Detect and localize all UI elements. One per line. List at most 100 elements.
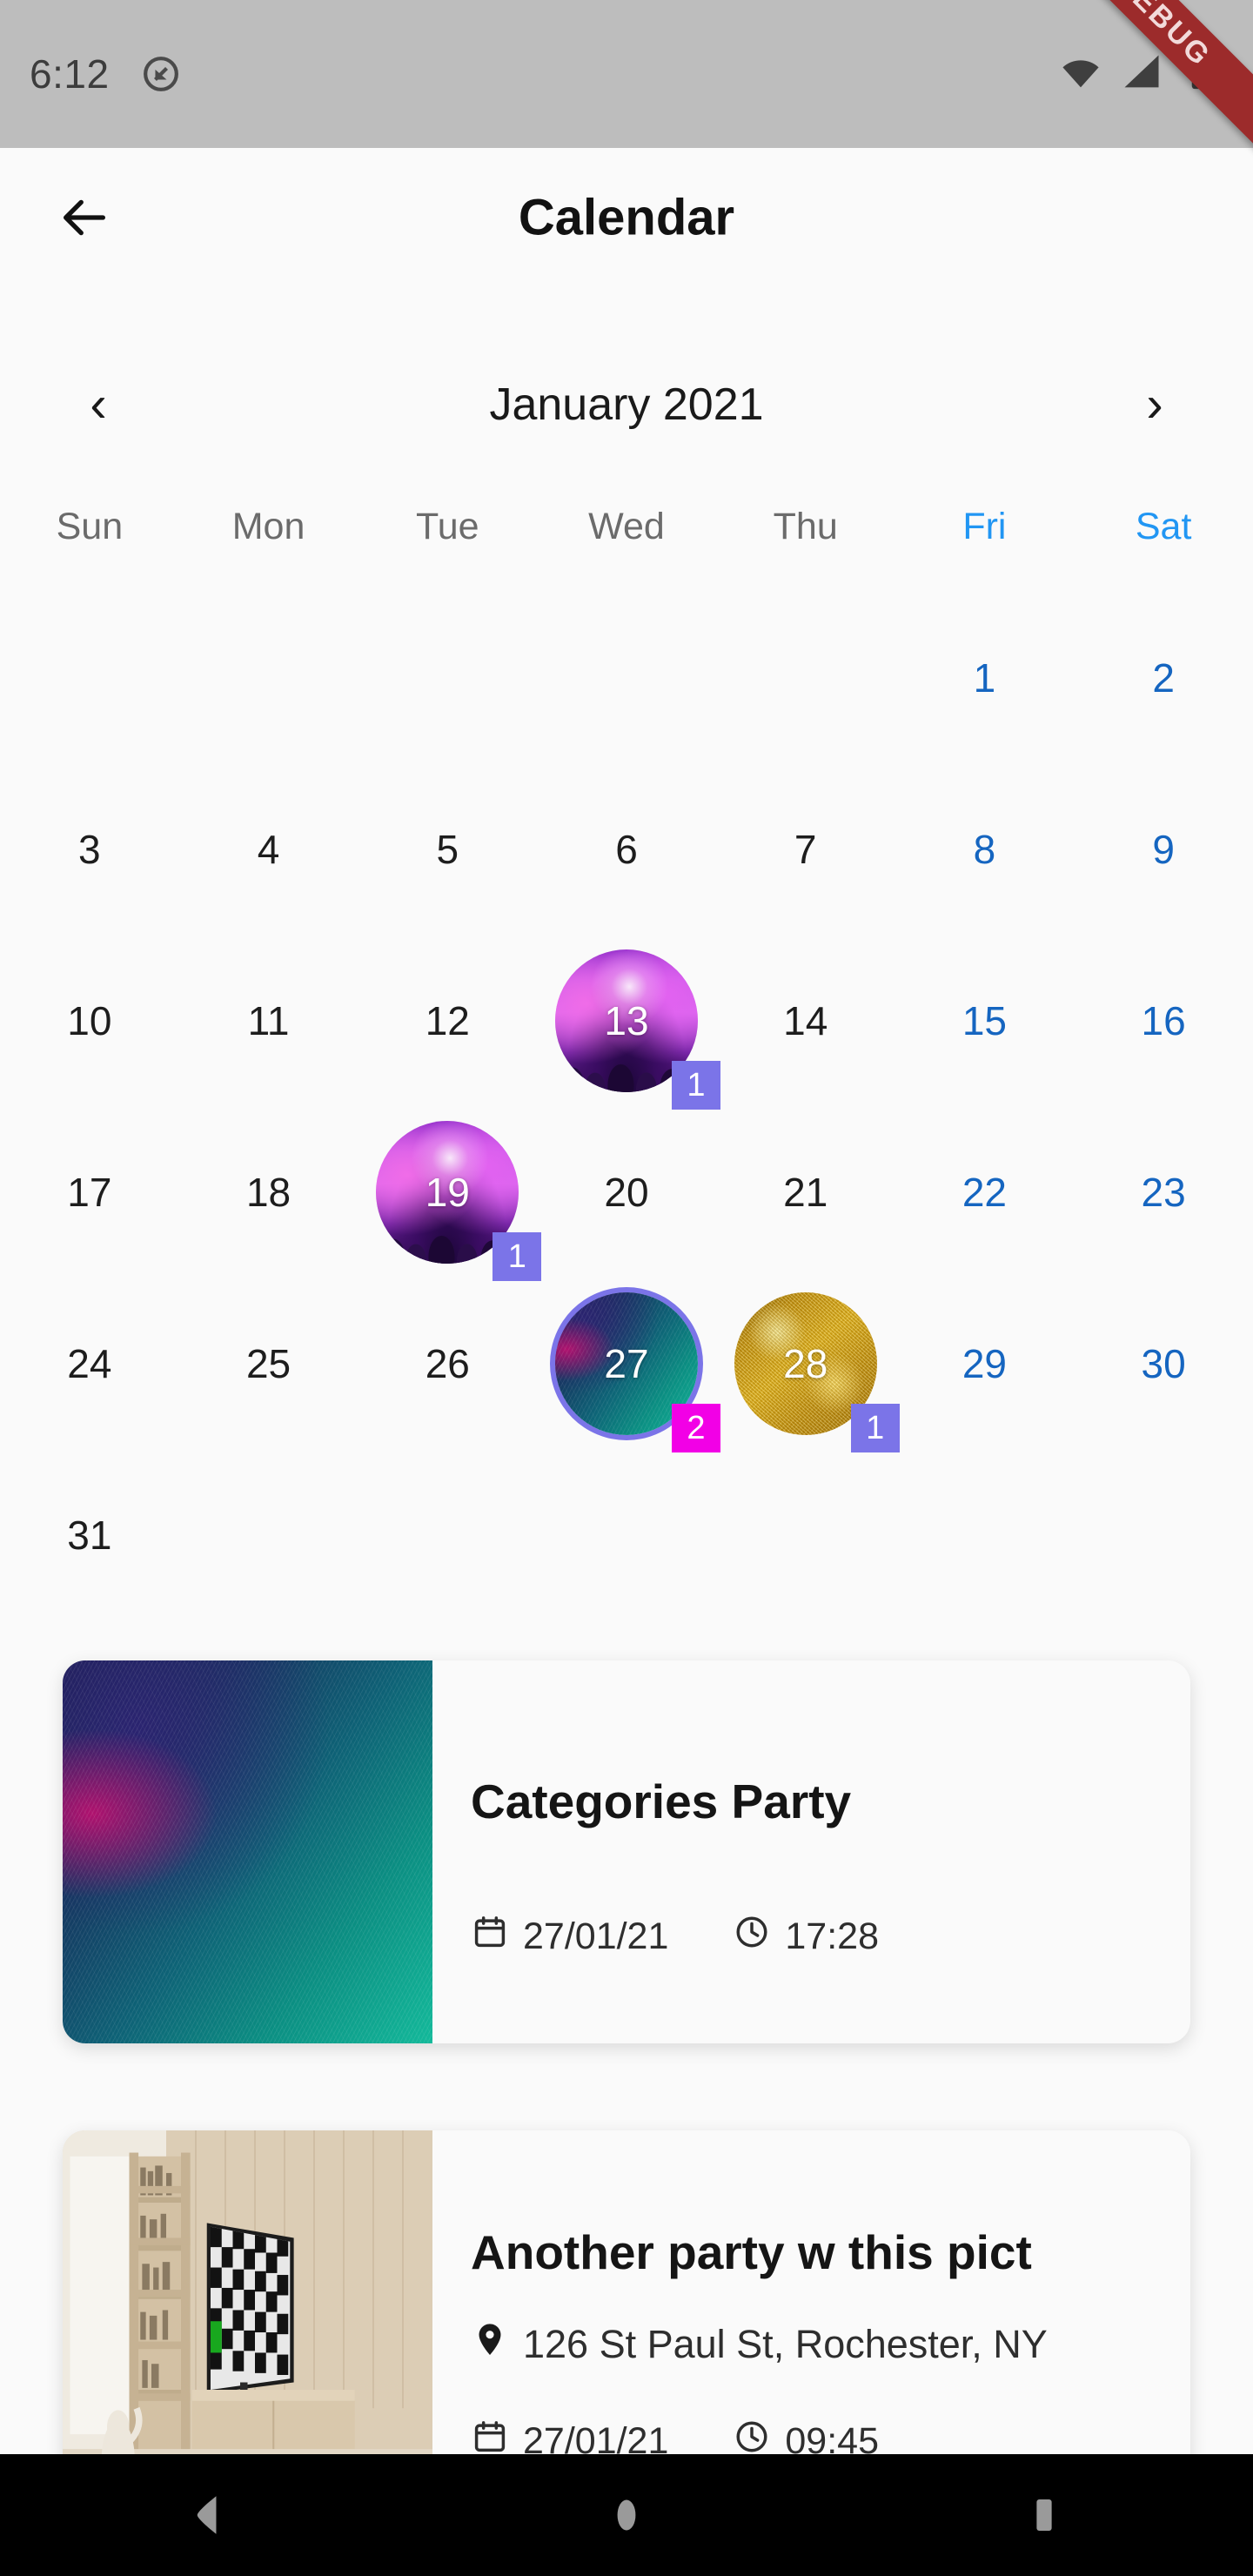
event-title: Categories Party [471,1774,852,1828]
calendar-day-17[interactable]: 17 [0,1106,179,1278]
month-label: January 2021 [489,379,764,430]
day-event-count-badge: 1 [492,1231,542,1281]
app-bar: Calendar [0,148,1253,287]
calendar-day-15[interactable]: 15 [895,935,1075,1106]
day-number: 17 [67,1169,112,1215]
day-event-count-badge: 1 [850,1403,900,1452]
phone-screen: 6:12 DEBUG Calendar ‹ January 2021 › Sun… [0,0,1253,2576]
title-truncation-fade [1138,2130,1190,2505]
calendar-day-with-photo[interactable]: 28 1 [734,1291,900,1452]
day-number: 15 [962,997,1007,1043]
day-number: 29 [962,1340,1007,1386]
day-number: 20 [604,1169,649,1215]
event-card-body: Another party w this pict 126 St Paul St… [432,2130,1190,2505]
calendar-day-16[interactable]: 16 [1074,935,1253,1106]
calendar-day-13[interactable]: 13 1 [537,935,720,1110]
day-number: 6 [615,826,638,872]
calendar-day-5[interactable]: 5 [358,763,537,935]
calendar-day-6[interactable]: 6 [537,763,716,935]
day-number: 5 [436,826,459,872]
day-number: 8 [973,826,996,872]
calendar-day-23[interactable]: 23 [1074,1106,1253,1278]
calendar-day-28[interactable]: 28 1 [716,1278,900,1452]
calendar-day-3[interactable]: 3 [0,763,179,935]
weekday-header-thu: Thu [773,505,838,547]
calendar-day-with-photo[interactable]: 19 1 [376,1120,542,1281]
nav-back-triangle-icon[interactable] [157,2463,261,2567]
day-event-count-badge: 1 [671,1060,720,1110]
weekday-header: Sun Mon Tue Wed Thu Fri Sat [0,487,1253,566]
day-number: 9 [1152,826,1175,872]
calendar-day-12[interactable]: 12 [358,935,537,1106]
calendar-day-31[interactable]: 31 [0,1449,179,1620]
status-bar-clock: 6:12 [30,51,110,97]
calendar-day-22[interactable]: 22 [895,1106,1075,1278]
event-datetime: 27/01/21 17:28 [471,1913,879,1961]
day-number: 7 [794,826,817,872]
calendar-day-26[interactable]: 26 [358,1278,537,1449]
event-thumbnail [63,2130,432,2505]
calendar-day-20[interactable]: 20 [537,1106,716,1278]
calendar-day-1[interactable]: 1 [895,592,1075,763]
day-number: 16 [1141,997,1186,1043]
day-number: 11 [247,997,290,1043]
next-month-button[interactable]: › [1107,379,1203,430]
day-number: 31 [67,1512,112,1558]
day-number: 26 [425,1340,470,1386]
day-number: 13 [604,997,649,1043]
prev-month-button[interactable]: ‹ [50,379,146,430]
calendar-day-9[interactable]: 9 [1074,763,1253,935]
calendar-day-25[interactable]: 25 [179,1278,358,1449]
calendar-day-24[interactable]: 24 [0,1278,179,1449]
day-number: 22 [962,1169,1007,1215]
day-number: 23 [1141,1169,1186,1215]
calendar-day-11[interactable]: 11 [179,935,358,1106]
calendar-day-18[interactable]: 18 [179,1106,358,1278]
do-not-disturb-icon [141,54,181,94]
event-date: 27/01/21 [523,1915,669,1957]
event-card-body: Categories Party 27/01/21 17:28 [432,1660,1190,2043]
calendar-day-with-photo[interactable]: 13 1 [554,949,720,1110]
day-number: 14 [783,997,828,1043]
day-number: 24 [67,1340,112,1386]
cell-signal-icon [1119,50,1164,99]
day-number: 12 [425,997,470,1043]
event-card[interactable]: Categories Party 27/01/21 17:28 [63,1660,1190,2043]
calendar-day-29[interactable]: 29 [895,1278,1075,1449]
nav-recents-square-icon[interactable] [992,2463,1096,2567]
weekday-header-fri: Fri [962,505,1007,547]
event-card[interactable]: Another party w this pict 126 St Paul St… [63,2130,1190,2505]
location-pin-icon [471,2320,509,2368]
event-location-text: 126 St Paul St, Rochester, NY [523,2321,1048,2366]
calendar-day-19[interactable]: 19 1 [358,1106,542,1281]
status-bar: 6:12 DEBUG [0,0,1253,169]
event-location: 126 St Paul St, Rochester, NY [471,2320,1048,2368]
calendar-day-2[interactable]: 2 [1074,592,1253,763]
page-title: Calendar [518,189,735,246]
wifi-icon [1058,50,1103,99]
event-thumbnail [63,1660,432,2043]
day-number: 18 [245,1169,291,1215]
weekday-header-mon: Mon [231,505,305,547]
calendar-day-4[interactable]: 4 [179,763,358,935]
calendar-day-7[interactable]: 7 [716,763,895,935]
calendar-day-27[interactable]: 27 2 [537,1278,720,1452]
calendar-day-30[interactable]: 30 [1074,1278,1253,1449]
calendar-day-10[interactable]: 10 [0,935,179,1106]
day-number: 4 [257,826,280,872]
calendar-day-21[interactable]: 21 [716,1106,895,1278]
calendar-grid: 1 2 3 4 5 6 7 8 9 10 11 12 13 1 14 15 16 17 18 19 1 20 21 22 23 2… [0,592,1253,1620]
android-navigation-bar [0,2454,1253,2576]
nav-home-circle-icon[interactable] [574,2463,679,2567]
calendar-day-14[interactable]: 14 [716,935,895,1106]
day-number: 28 [783,1340,828,1386]
event-time: 17:28 [785,1915,879,1957]
calendar-day-with-photo[interactable]: 27 2 [554,1291,720,1452]
day-number: 27 [604,1340,649,1386]
day-number: 30 [1141,1340,1186,1386]
day-number: 19 [425,1169,470,1215]
calendar-day-8[interactable]: 8 [895,763,1075,935]
day-number: 25 [245,1340,291,1386]
event-title: Another party w this pict [471,2225,1032,2279]
clock-icon [733,1913,771,1961]
